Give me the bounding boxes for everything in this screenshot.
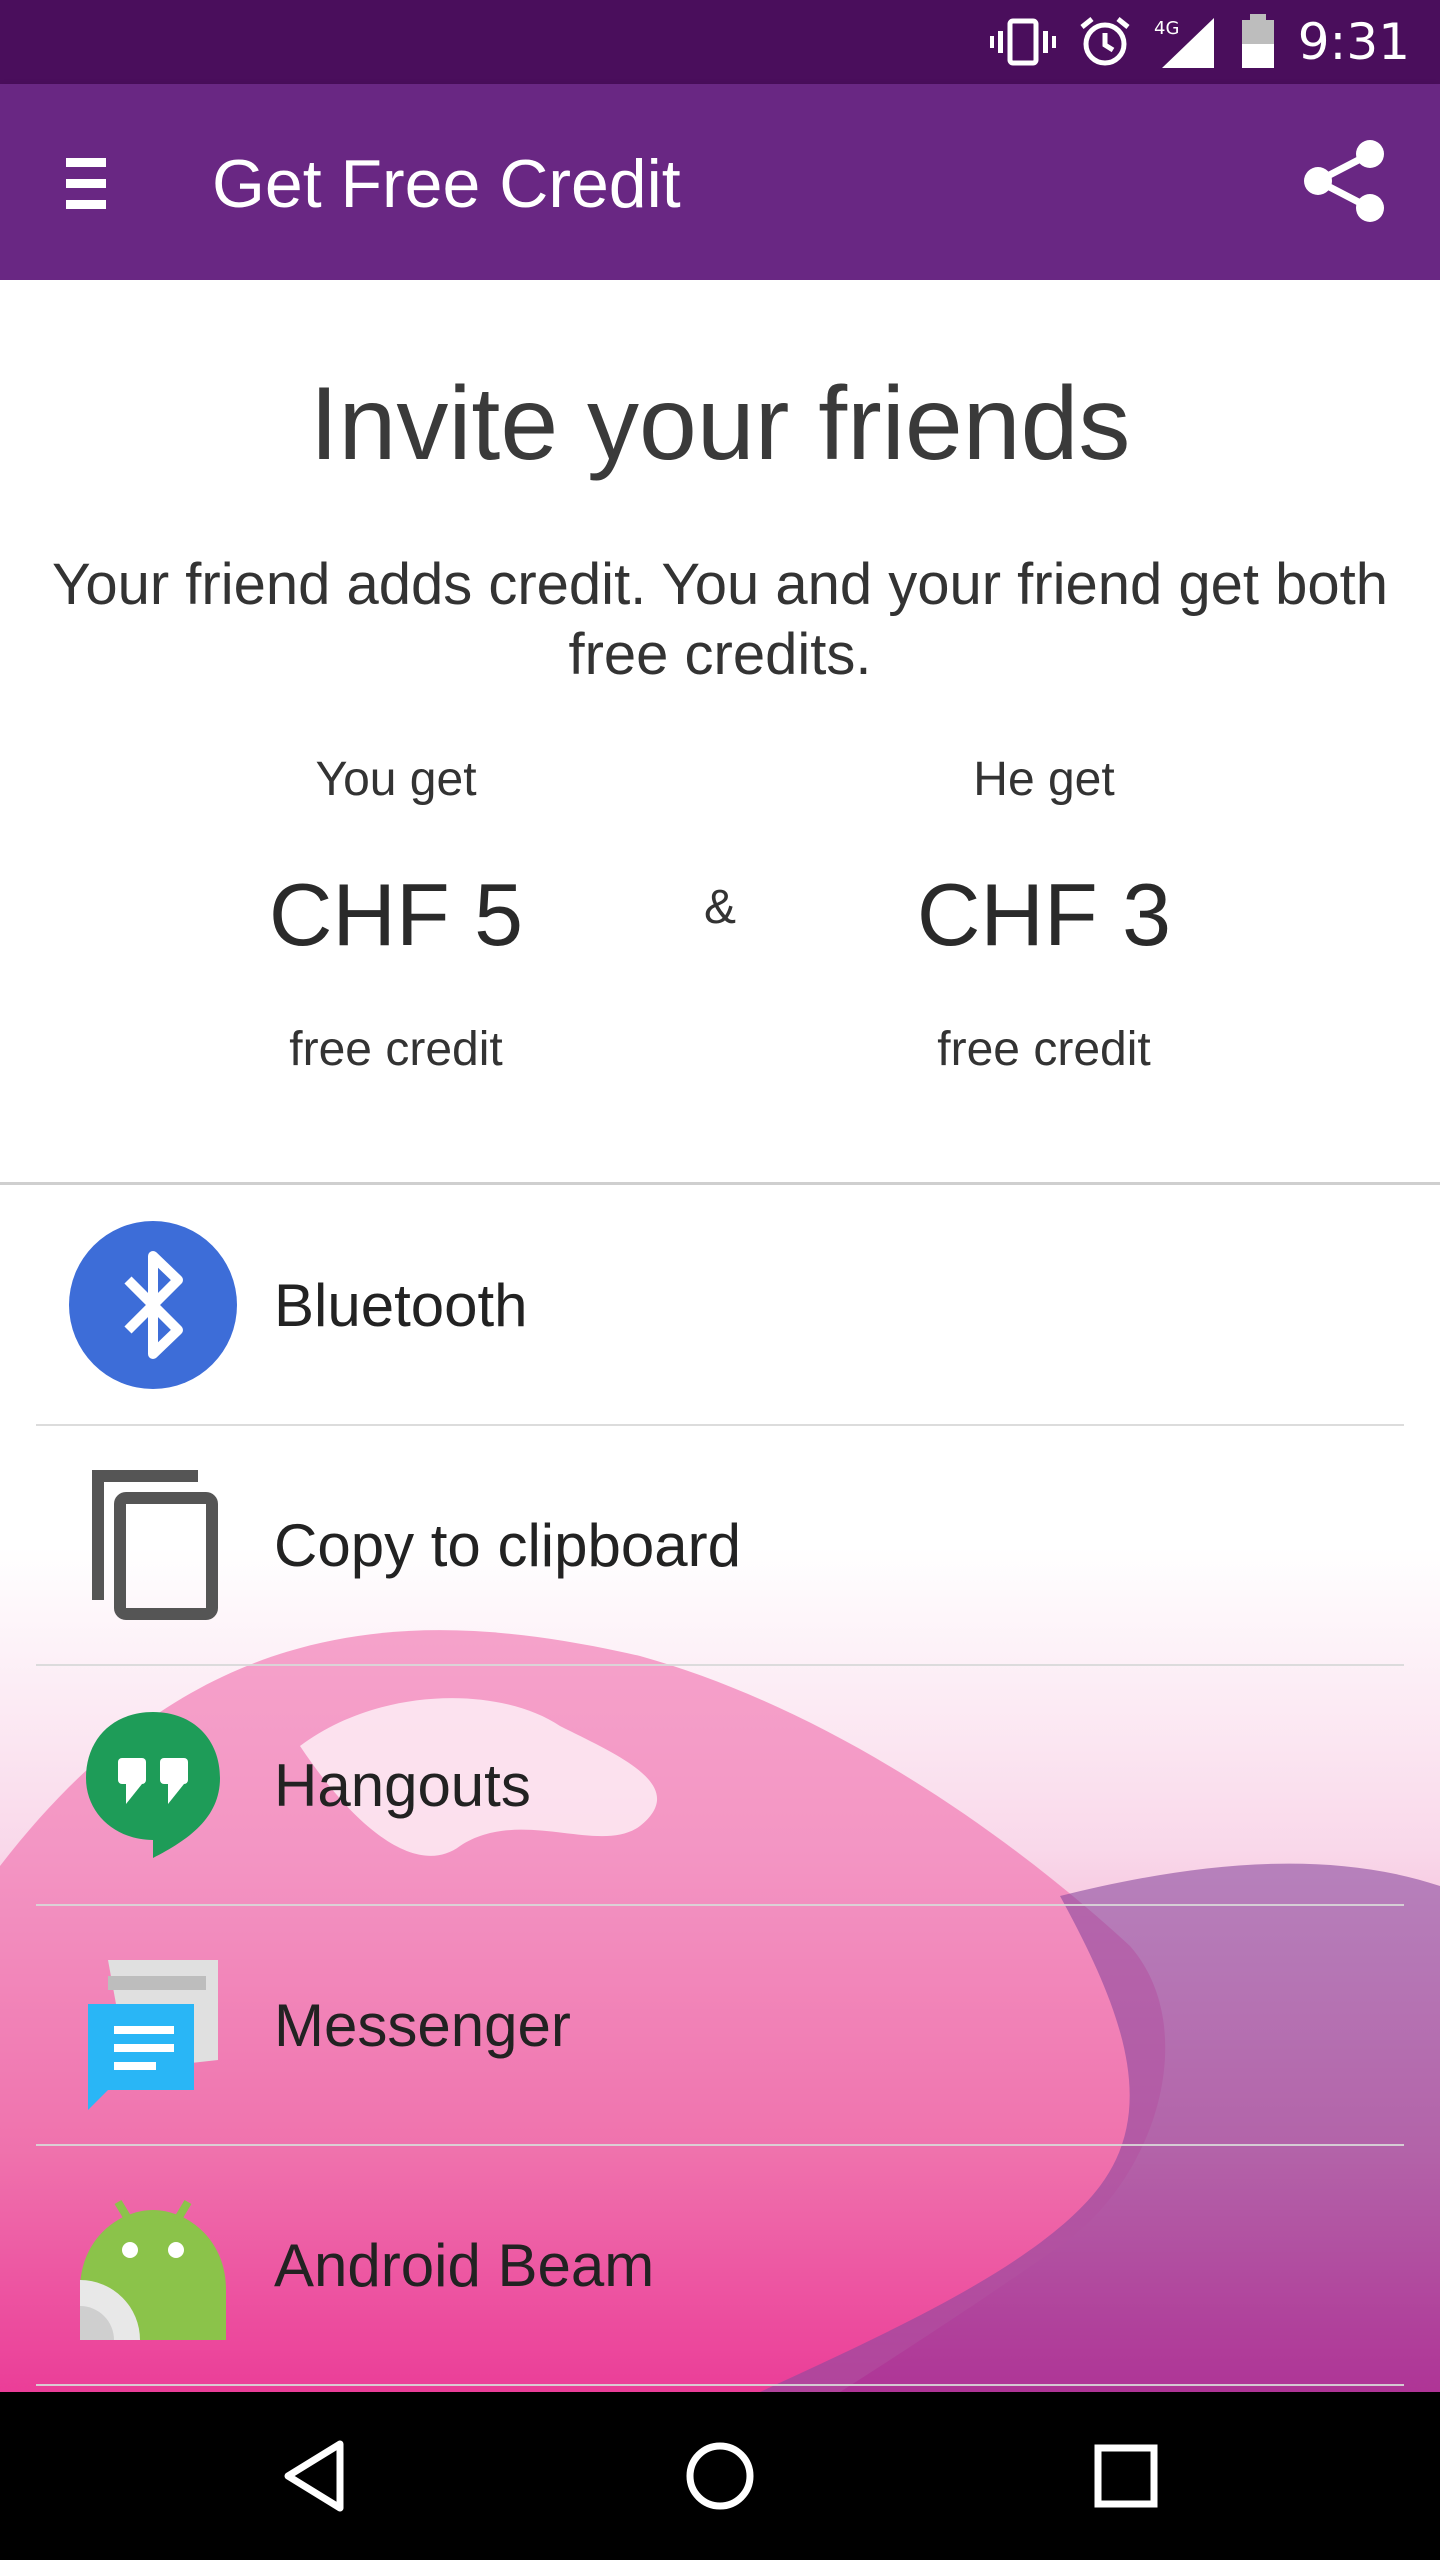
- signal-4g-icon: 4G: [1154, 18, 1214, 68]
- reward-friend-caption: He get: [973, 753, 1115, 806]
- invite-section: Invite your friends Your friend adds cre…: [0, 280, 1440, 1185]
- section-divider: [0, 1182, 1440, 1185]
- reward-you-amount: CHF 5: [268, 865, 524, 964]
- status-time: 9:31: [1297, 13, 1410, 71]
- navigation-bar: [0, 2392, 1440, 2560]
- list-item-bluetooth[interactable]: Bluetooth: [0, 1186, 1440, 1426]
- reward-you-sub: free credit: [289, 1023, 503, 1076]
- reward-friend-amount: CHF 3: [916, 865, 1172, 964]
- list-item-label: Copy to clipboard: [274, 1512, 741, 1579]
- hangouts-icon: [86, 1712, 220, 1858]
- invite-description: Your friend adds credit. You and your fr…: [51, 552, 1389, 687]
- reward-friend-sub: free credit: [937, 1023, 1151, 1076]
- clipboard-icon: [92, 1470, 218, 1620]
- recents-icon[interactable]: [1084, 2434, 1168, 2518]
- share-target-list: Bluetooth Copy to clipboard Hangouts Mes…: [0, 1186, 1440, 2392]
- list-item-android-beam[interactable]: Android Beam: [0, 2146, 1440, 2386]
- list-item-label: Bluetooth: [274, 1272, 528, 1339]
- list-item-label: Android Beam: [274, 2232, 655, 2299]
- back-icon[interactable]: [272, 2434, 356, 2518]
- status-bar: 4G 9:31: [0, 0, 1440, 84]
- list-item-label: Messenger: [274, 1992, 571, 2059]
- messenger-icon: [88, 1960, 218, 2110]
- home-icon[interactable]: [678, 2434, 762, 2518]
- share-icon[interactable]: [1300, 136, 1390, 226]
- android-beam-icon: [80, 2199, 226, 2340]
- list-item-messenger[interactable]: Messenger: [0, 1906, 1440, 2146]
- list-item-hangouts[interactable]: Hangouts: [0, 1666, 1440, 1906]
- svg-text:4G: 4G: [1154, 18, 1179, 39]
- invite-title: Invite your friends: [309, 366, 1131, 482]
- hamburger-menu-icon[interactable]: [66, 158, 106, 210]
- divider: [36, 2384, 1404, 2386]
- reward-you-caption: You get: [315, 753, 477, 806]
- list-item-clipboard[interactable]: Copy to clipboard: [0, 1426, 1440, 1666]
- reward-friend: He get CHF 3 free credit: [794, 750, 1294, 1080]
- app-bar: Get Free Credit: [0, 84, 1440, 280]
- reward-separator: &: [703, 881, 736, 934]
- list-item-label: Hangouts: [274, 1752, 531, 1819]
- page-title: Get Free Credit: [212, 146, 681, 222]
- bluetooth-icon: [69, 1221, 237, 1389]
- alarm-icon: [1080, 17, 1130, 66]
- battery-icon: [1241, 14, 1274, 68]
- reward-you: You get CHF 5 free credit: [146, 750, 646, 1080]
- vibrate-icon: [989, 18, 1056, 66]
